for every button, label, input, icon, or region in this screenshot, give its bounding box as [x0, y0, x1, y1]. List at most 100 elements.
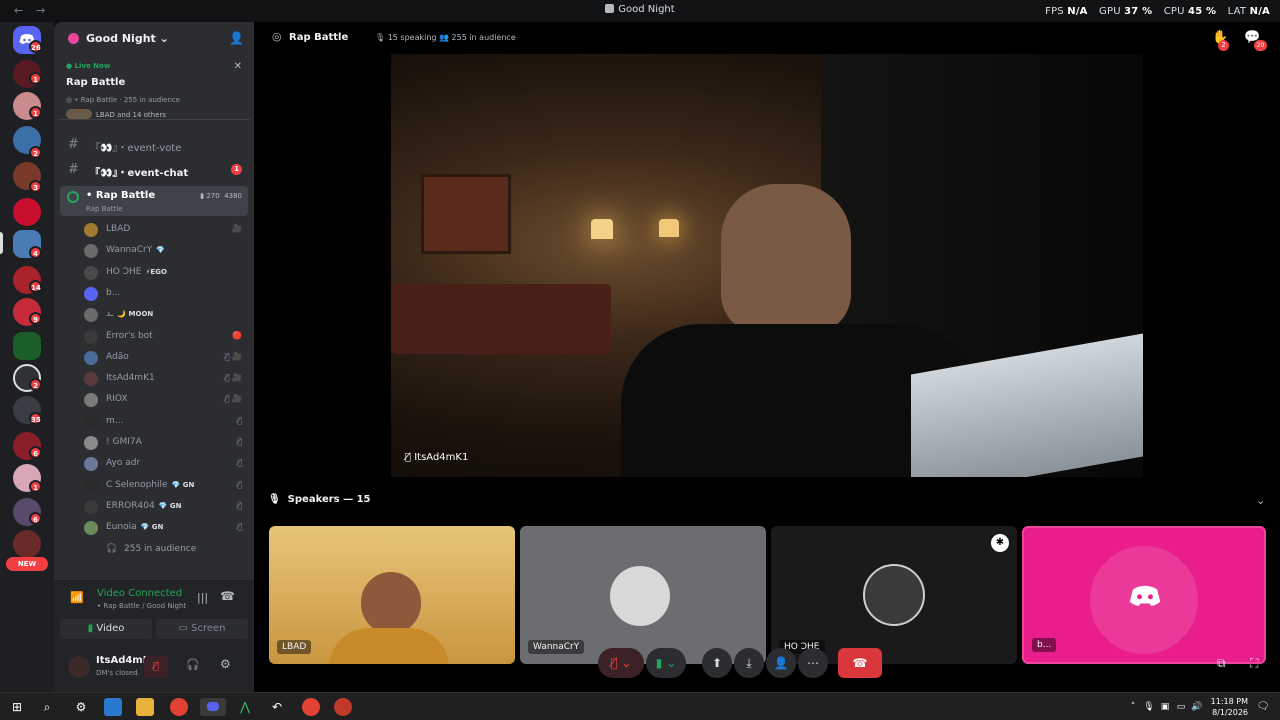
microphone-icon: 🎙: [375, 33, 386, 42]
featured-video[interactable]: 🎙̸ ItsAd4mK1: [391, 54, 1143, 477]
chrome-icon[interactable]: [170, 698, 188, 716]
fullscreen-icon[interactable]: ⛶: [1250, 656, 1258, 671]
channel-event-chat[interactable]: # 『👀』・event-chat 1: [58, 160, 250, 180]
leave-call-button[interactable]: ☎: [838, 648, 882, 678]
user-avatar: [610, 566, 670, 626]
member-status-icons: 🎥: [232, 224, 242, 233]
connection-signal-icon[interactable]: 📶: [70, 591, 84, 604]
live-event-card[interactable]: ● Live Now ✕ Rap Battle ◎ • Rap Battle ·…: [58, 56, 250, 120]
voice-member[interactable]: HO ƆHE ⚡EGO: [82, 263, 248, 283]
member-name: ! GMI7A: [106, 437, 142, 447]
member-status-icons: 🎙̸ 🎥: [224, 351, 242, 361]
member-avatar: [84, 436, 98, 450]
member-tag: 💎 GN: [158, 501, 182, 510]
server-badge: 4: [29, 246, 42, 259]
member-name: RIOX: [106, 394, 128, 405]
system-clock[interactable]: 11:18 PM 8/1/2026: [1211, 696, 1248, 718]
mute-mic-button[interactable]: 🎙̸: [144, 656, 168, 678]
user-avatar: [863, 564, 925, 626]
server-badge: 2: [29, 378, 42, 391]
voice-channel-rap-battle[interactable]: • Rap Battle Rap Battle ▮ 270 4380: [60, 186, 248, 216]
member-status-icons: 🎙̸: [237, 458, 242, 468]
member-status-icons: 🎙̸: [237, 479, 242, 489]
search-icon[interactable]: ⌕: [38, 698, 56, 716]
video-button[interactable]: ▮ Video: [60, 619, 152, 639]
chrome-icon[interactable]: [302, 698, 320, 716]
camera-button[interactable]: ▮ ⌄: [646, 648, 686, 678]
connection-location[interactable]: • Rap Battle / Good Night: [97, 602, 186, 610]
wall-painting: [421, 174, 511, 254]
lamp: [591, 219, 613, 239]
disconnect-icon[interactable]: ☎: [220, 589, 235, 603]
app-icon[interactable]: ↶: [268, 698, 286, 716]
member-tag: ⚡EGO: [145, 267, 167, 276]
speaker-tile-wannacry[interactable]: WannaCrY: [520, 526, 766, 664]
server-icon[interactable]: [13, 198, 41, 226]
server-header[interactable]: Good Night ⌄ 👤: [54, 22, 254, 56]
member-avatar: [84, 223, 98, 237]
settings-gear-icon[interactable]: ⚙: [220, 657, 231, 671]
voice-member[interactable]: RIOX 🎙̸ 🎥: [82, 390, 248, 410]
popout-icon[interactable]: ⧉: [1217, 656, 1226, 671]
clock-time: 11:18 PM: [1210, 697, 1248, 706]
audience-icon: 👥: [439, 33, 449, 42]
voice-member[interactable]: Eunoia 💎 GN 🎙̸: [82, 518, 248, 538]
close-icon[interactable]: ✕: [234, 61, 242, 72]
file-explorer-icon[interactable]: [136, 698, 154, 716]
audience-count[interactable]: 🎧 255 in audience: [82, 540, 248, 560]
voice-member[interactable]: Ayo adr 🎙̸: [82, 454, 248, 474]
server-badge: 1: [29, 72, 42, 85]
screen-share-button[interactable]: ▭ Screen: [156, 619, 248, 639]
voice-member[interactable]: Adão 🎙̸ 🎥: [82, 348, 248, 368]
title-bar: ← → Good Night FPS N/A GPU 37 % CPU 45 %…: [0, 0, 1280, 22]
discord-logo-icon: [207, 702, 219, 711]
app-icon[interactable]: [334, 698, 352, 716]
volume-icon[interactable]: 🔊: [1188, 698, 1206, 716]
channel-event-vote[interactable]: # 『👀』・event-vote: [58, 135, 250, 155]
server-badge: 9: [29, 312, 42, 325]
voice-member[interactable]: ـد 🌙 MOON: [82, 305, 248, 325]
voice-member[interactable]: C Selenophile 💎 GN 🎙̸: [82, 476, 248, 496]
member-avatar: [84, 478, 98, 493]
member-status-icons: 🎙̸: [237, 522, 242, 532]
server-badge: 35: [29, 412, 42, 425]
voice-member[interactable]: m... 🎙̸: [82, 412, 248, 432]
voice-member[interactable]: LBAD 🎥: [82, 220, 248, 240]
more-options-icon[interactable]: ⋯: [798, 648, 828, 678]
windows-start-icon[interactable]: ⊞: [8, 698, 26, 716]
voice-member[interactable]: Error's bot 🔴: [82, 327, 248, 347]
collapse-chevron-icon[interactable]: ⌄: [1256, 494, 1265, 507]
discord-taskbar-icon[interactable]: [200, 698, 226, 716]
settings-gear-icon[interactable]: ⚙: [72, 698, 90, 716]
member-name: C Selenophile 💎 GN: [106, 479, 195, 490]
mute-button[interactable]: 🎙̸ ⌄: [598, 648, 644, 678]
voice-member[interactable]: ERROR404 💎 GN 🎙̸: [82, 497, 248, 517]
member-avatar: [84, 414, 98, 429]
invite-to-speak-button[interactable]: 👤: [766, 648, 796, 678]
server-emoji-icon: [605, 4, 615, 13]
share-screen-button[interactable]: ⬆: [702, 648, 732, 678]
notifications-icon[interactable]: 🗨: [1254, 698, 1272, 716]
invite-people-icon[interactable]: 👤: [229, 31, 244, 45]
store-icon[interactable]: [104, 698, 122, 716]
voice-member[interactable]: WannaCrY 💎: [82, 241, 248, 261]
server-icon[interactable]: [13, 332, 41, 360]
server-badge: 14: [29, 280, 42, 293]
noise-suppression-icon[interactable]: |||: [197, 591, 208, 604]
app-icon[interactable]: ⋀: [236, 698, 254, 716]
speaker-tile-b[interactable]: b...: [1022, 526, 1266, 664]
server-name: Good Night ⌄: [86, 32, 169, 45]
voice-member[interactable]: ItsAd4mK1 🎙̸ 🎥: [82, 369, 248, 389]
voice-member[interactable]: ! GMI7A 🎙̸: [82, 433, 248, 453]
voice-member[interactable]: b...: [82, 284, 248, 304]
speaker-tile-lbad[interactable]: LBAD: [269, 526, 515, 664]
server-icon[interactable]: [13, 530, 41, 558]
tile-person-head: [361, 572, 421, 634]
headphones-button[interactable]: 🎧: [186, 658, 200, 671]
member-name: Adão: [106, 351, 129, 362]
speaker-tile-ho[interactable]: ✱ HO ƆHE: [771, 526, 1017, 664]
user-avatar[interactable]: [68, 656, 90, 678]
user-status: DM's closed.: [96, 669, 140, 677]
move-to-audience-button[interactable]: ⤓: [734, 648, 764, 678]
member-name: Error's bot: [106, 330, 153, 341]
